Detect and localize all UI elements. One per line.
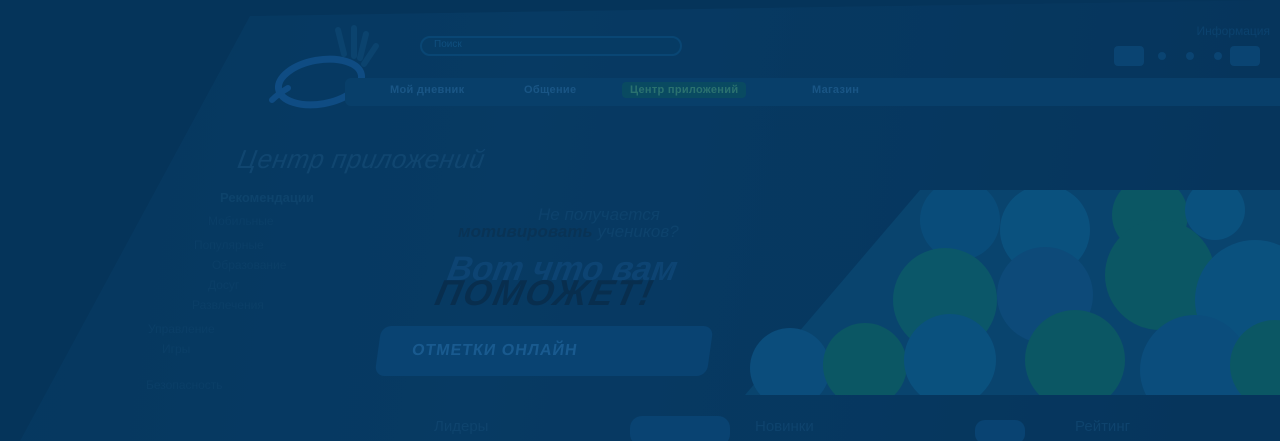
dim-overlay: [0, 0, 1280, 441]
screenshot-stage: Поиск Информация Мой дневник Общение Цен…: [0, 0, 1280, 441]
